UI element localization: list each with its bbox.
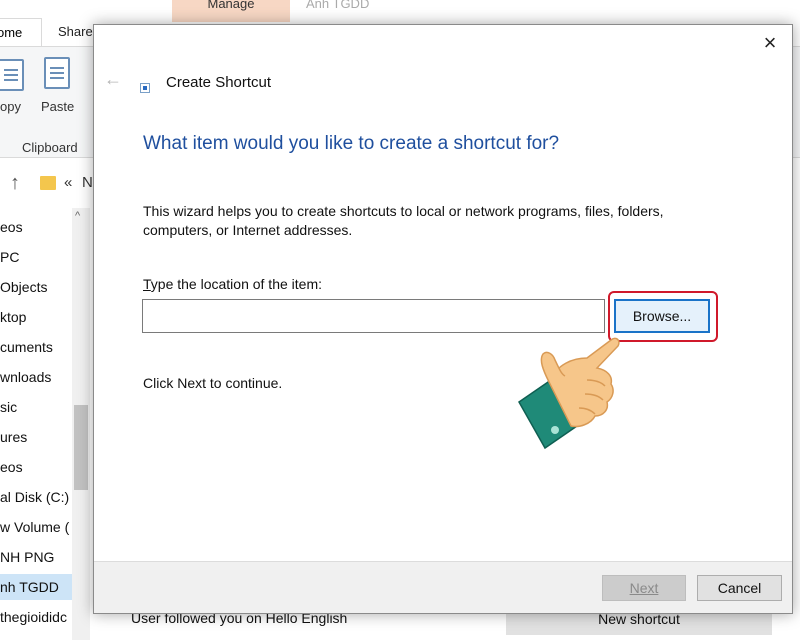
shortcut-icon [140, 83, 150, 93]
copy-label: opy [0, 99, 21, 114]
up-arrow-icon[interactable]: ↑ [10, 172, 20, 195]
scroll-up-arrow-icon[interactable]: ^ [75, 210, 80, 222]
tab-manage-label: Manage [207, 0, 255, 11]
breadcrumb-chevron[interactable]: « [64, 174, 72, 191]
accelerator-key: T [143, 276, 151, 292]
tab-context-title: Anh TGDD [306, 0, 370, 11]
location-input[interactable] [142, 299, 605, 333]
paste-icon[interactable] [44, 57, 70, 89]
pointing-hand-icon [518, 337, 620, 450]
dialog-heading: What item would you like to create a sho… [143, 133, 560, 154]
tab-share[interactable]: Share [52, 18, 99, 46]
create-shortcut-dialog: × ← Create Shortcut What item would you … [93, 24, 793, 614]
close-icon[interactable]: × [760, 32, 780, 54]
sidebar-scroll-thumb[interactable] [74, 405, 88, 490]
dialog-footer: Next Cancel [94, 561, 792, 613]
paste-label: Paste [41, 99, 75, 114]
breadcrumb-path[interactable]: N [82, 174, 93, 191]
browse-button[interactable]: Browse... [614, 299, 710, 333]
next-button-label: Next [629, 580, 659, 596]
location-field-label-text: ype the location of the item: [150, 276, 322, 292]
continue-hint: Click Next to continue. [143, 375, 283, 391]
cancel-button[interactable]: Cancel [697, 575, 782, 601]
next-button[interactable]: Next [602, 575, 686, 601]
tab-manage[interactable]: Manage [172, 0, 290, 22]
dialog-title: Create Shortcut [166, 74, 272, 91]
folder-icon [40, 176, 56, 190]
clipboard-group-label: Clipboard [22, 140, 78, 155]
copy-icon[interactable] [0, 59, 24, 91]
location-field-label: Type the location of the item: [143, 276, 322, 292]
tab-home[interactable]: ome [0, 18, 42, 46]
dialog-description: This wizard helps you to create shortcut… [143, 203, 664, 238]
back-arrow-icon[interactable]: ← [104, 69, 122, 90]
